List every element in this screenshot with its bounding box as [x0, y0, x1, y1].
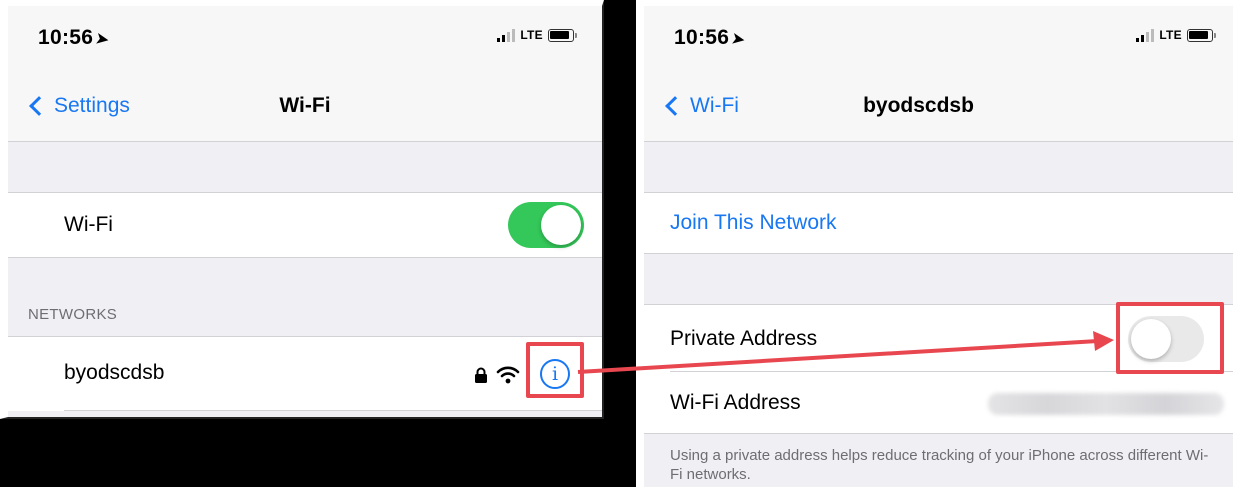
annotation-arrow	[577, 331, 1114, 374]
